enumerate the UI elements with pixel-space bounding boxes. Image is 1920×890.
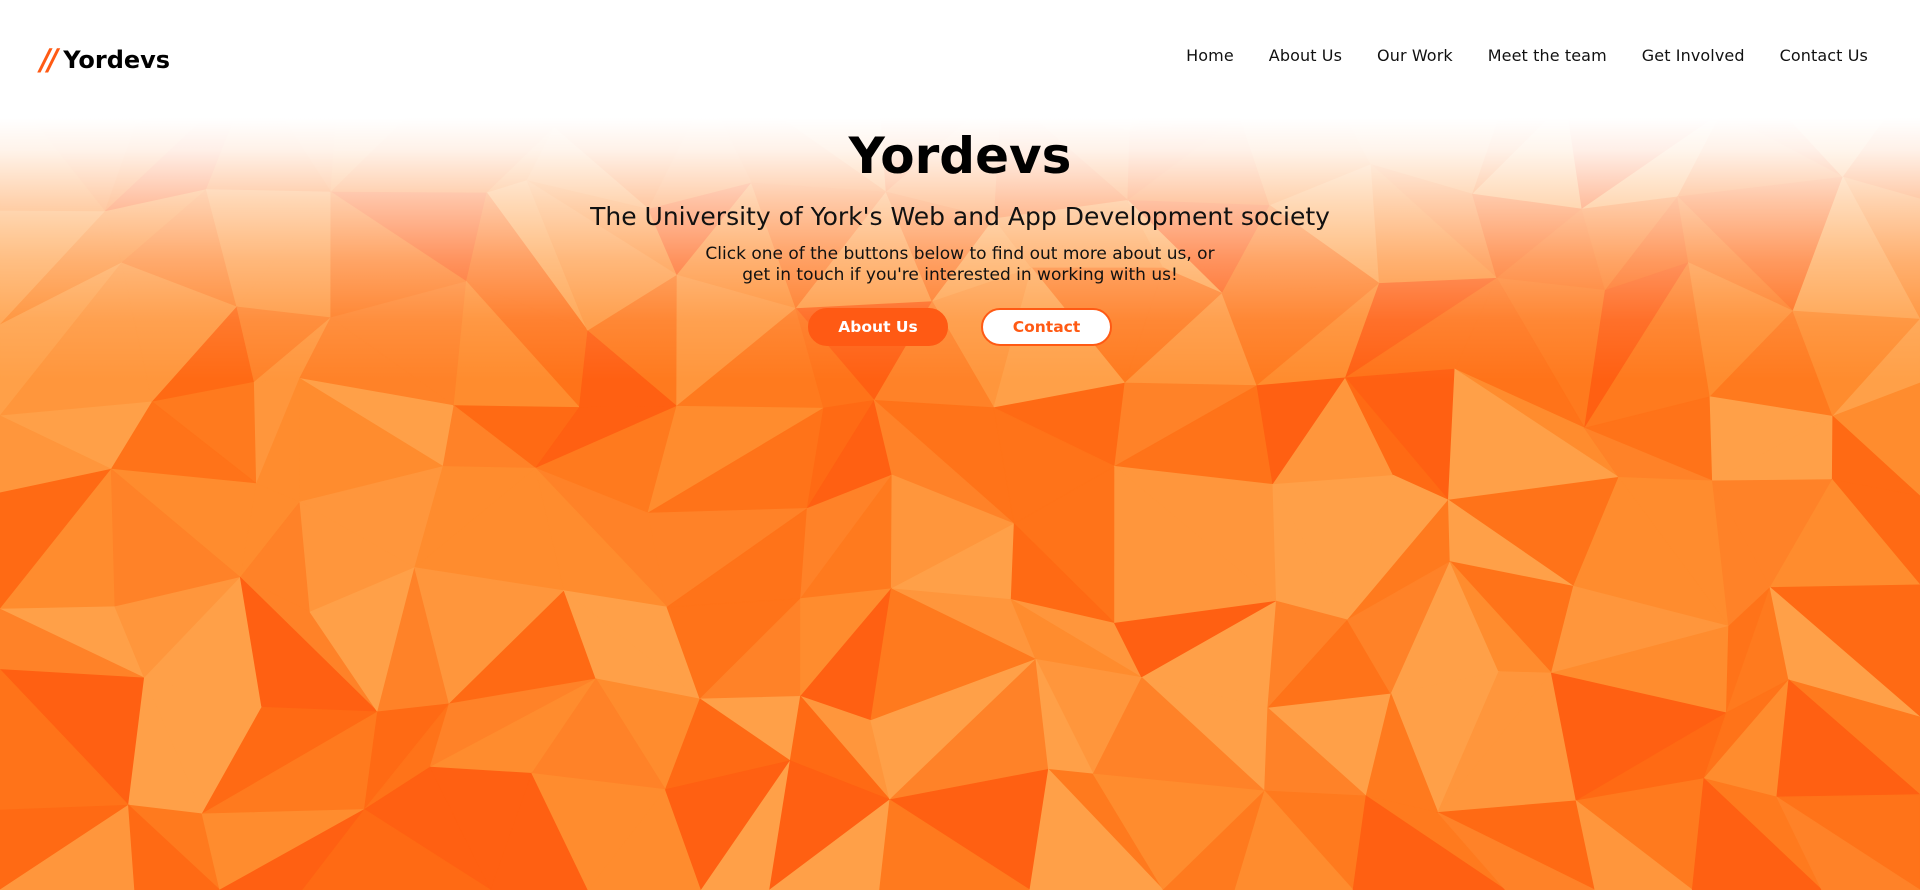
hero-description: Click one of the buttons below to find o… [680,244,1240,286]
logo-slash-mark: // [40,43,58,77]
hero-buttons: About Us Contact [0,308,1920,346]
nav-contact-us[interactable]: Contact Us [1780,46,1868,65]
nav-our-work[interactable]: Our Work [1377,46,1453,65]
nav-about-us[interactable]: About Us [1269,46,1342,65]
hero-description-line-2: get in touch if you're interested in wor… [742,265,1178,285]
contact-button[interactable]: Contact [981,308,1112,346]
about-us-button[interactable]: About Us [808,308,948,346]
hero: Yordevs The University of York's Web and… [0,118,1920,346]
logo[interactable]: // Yordevs [40,42,170,78]
nav-home[interactable]: Home [1186,46,1234,65]
hero-subtitle: The University of York's Web and App Dev… [590,202,1330,231]
nav-get-involved[interactable]: Get Involved [1642,46,1745,65]
page: // Yordevs Home About Us Our Work Meet t… [0,0,1920,890]
logo-text: Yordevs [63,46,171,74]
hero-description-line-1: Click one of the buttons below to find o… [705,244,1215,264]
hero-title: Yordevs [848,127,1072,185]
main-nav: Home About Us Our Work Meet the team Get… [1151,46,1868,65]
navbar: // Yordevs Home About Us Our Work Meet t… [0,0,1920,118]
nav-meet-the-team[interactable]: Meet the team [1488,46,1607,65]
